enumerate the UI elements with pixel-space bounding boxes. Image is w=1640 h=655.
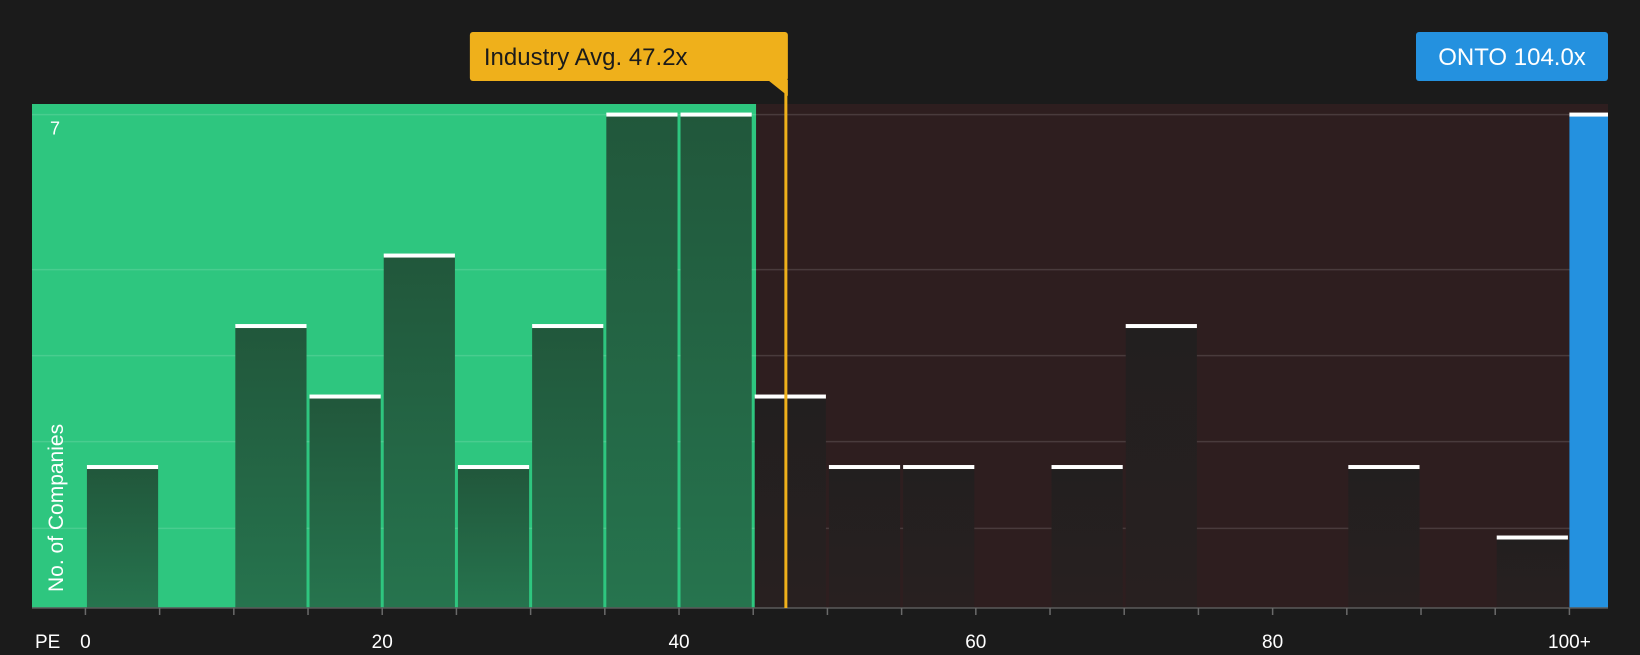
company-label: ONTO 104.0x	[1438, 44, 1586, 71]
histogram-bar	[532, 326, 604, 608]
histogram-bar-cap	[903, 465, 975, 470]
histogram-bar	[457, 467, 530, 608]
x-tick-label: 40	[668, 632, 689, 650]
histogram-bar-cap	[532, 324, 604, 329]
histogram-bar	[606, 114, 678, 608]
histogram-bar	[309, 396, 381, 608]
histogram-bar	[235, 326, 307, 608]
histogram-bar	[754, 396, 826, 608]
histogram-bar-cap	[680, 112, 752, 117]
histogram-bar	[680, 114, 752, 608]
histogram-bar	[828, 467, 901, 608]
histogram-bar-cap	[1125, 324, 1197, 329]
histogram-bar-cap	[606, 112, 678, 117]
histogram-bar	[86, 467, 159, 608]
histogram-bar-cap	[309, 394, 381, 399]
industry-avg-label: Industry Avg. 47.2x	[484, 44, 688, 71]
histogram-bar-cap	[1051, 465, 1123, 470]
x-tick-label: 20	[372, 632, 393, 650]
pe-distribution-chart: Industry Avg. 47.2x ONTO 104.0x 7 No. of Co…	[0, 0, 1640, 653]
histogram-bar-cap	[235, 324, 307, 329]
x-axis-label: PE	[35, 632, 60, 650]
histogram-bar	[383, 255, 455, 609]
x-tick-label: 100+	[1548, 632, 1591, 650]
company-bar-cap	[1569, 112, 1608, 117]
histogram-bar-cap	[1496, 535, 1568, 540]
histogram-bar	[1125, 326, 1197, 608]
histogram-bar	[1051, 467, 1123, 608]
histogram-bar-cap	[754, 394, 826, 399]
y-axis-label: No. of Companies	[45, 424, 68, 592]
histogram-bar	[1348, 467, 1420, 608]
histogram-bar	[1496, 537, 1568, 608]
chart-svg: Industry Avg. 47.2x ONTO 104.0x 7 No. of Co…	[32, 32, 1608, 653]
x-tick-label: 60	[965, 632, 986, 650]
histogram-bar-cap	[86, 465, 159, 470]
histogram-bar-cap	[828, 465, 901, 470]
histogram-bar-cap	[457, 465, 530, 470]
histogram-bar-cap	[383, 253, 455, 258]
industry-avg-pointer	[767, 80, 788, 96]
x-tick-label: 80	[1262, 632, 1283, 650]
y-tick-label: 7	[50, 119, 60, 139]
x-tick-label: 0	[80, 632, 91, 650]
company-bar	[1569, 114, 1608, 608]
histogram-bar	[903, 467, 975, 608]
histogram-bar-cap	[1348, 465, 1420, 470]
